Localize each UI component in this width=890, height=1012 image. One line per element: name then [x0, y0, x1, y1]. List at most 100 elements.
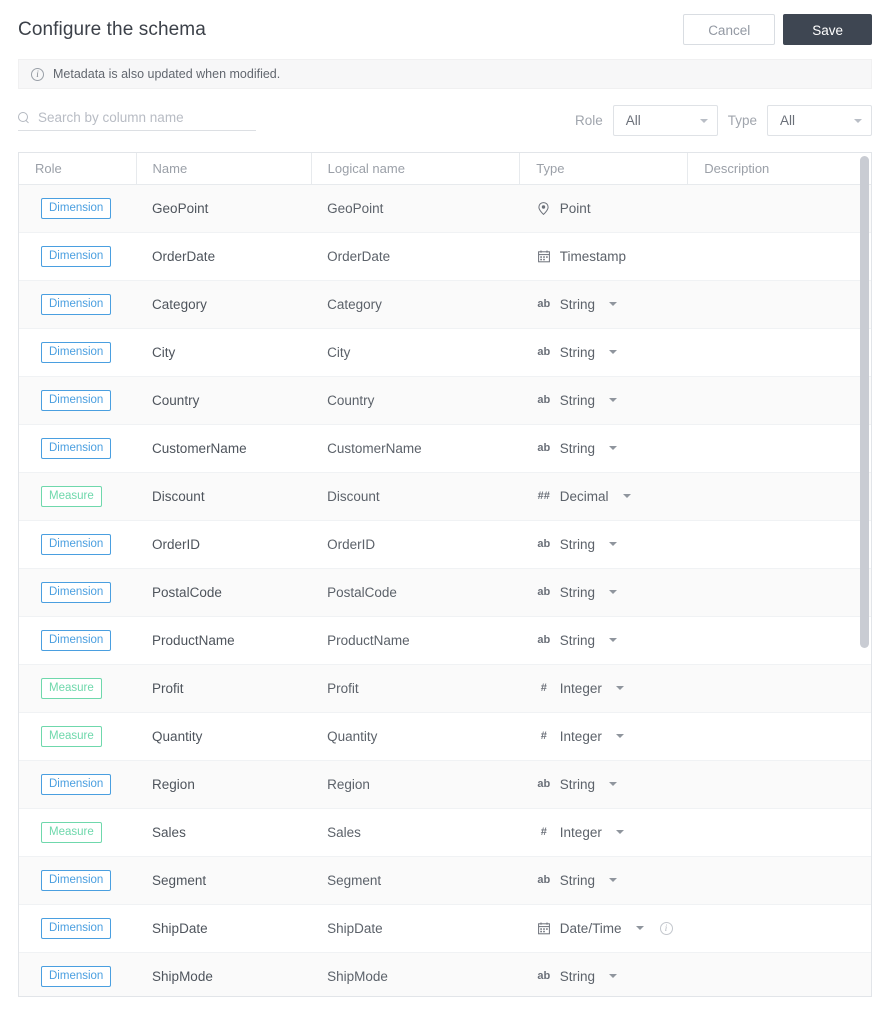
- table-row[interactable]: Measure Sales Sales # Integer: [19, 808, 871, 857]
- table-row[interactable]: Dimension OrderID OrderID ab String: [19, 520, 871, 569]
- role-badge[interactable]: Dimension: [41, 773, 112, 795]
- role-badge[interactable]: Dimension: [41, 581, 112, 603]
- type-dropdown-caret-icon[interactable]: [622, 494, 631, 498]
- search-input[interactable]: [38, 110, 256, 125]
- table-row[interactable]: Measure Discount Discount ## Decimal: [19, 472, 871, 521]
- table-row[interactable]: Dimension GeoPoint GeoPoint Point: [19, 184, 871, 233]
- role-badge[interactable]: Measure: [41, 821, 102, 843]
- type-label: String: [559, 584, 596, 600]
- cell-description[interactable]: [687, 760, 871, 809]
- cell-logical-name[interactable]: Country: [311, 376, 520, 425]
- role-badge[interactable]: Measure: [41, 725, 102, 747]
- role-badge[interactable]: Dimension: [41, 965, 112, 987]
- table-row[interactable]: Dimension ShipDate ShipDate Date/Time i: [19, 904, 871, 953]
- table-row[interactable]: Dimension OrderDate OrderDate Timestamp: [19, 232, 871, 281]
- column-header-type[interactable]: Type: [519, 153, 689, 185]
- role-badge[interactable]: Dimension: [41, 437, 112, 459]
- cell-logical-name[interactable]: Region: [311, 760, 520, 809]
- cell-description[interactable]: [687, 184, 871, 233]
- type-dropdown-caret-icon[interactable]: [615, 830, 624, 834]
- type-dropdown-caret-icon[interactable]: [609, 446, 618, 450]
- role-badge[interactable]: Dimension: [41, 197, 112, 219]
- cell-description[interactable]: [687, 280, 871, 329]
- table-row[interactable]: Dimension ProductName ProductName ab String: [19, 616, 871, 665]
- cell-logical-name[interactable]: ShipMode: [311, 952, 520, 996]
- type-dropdown-caret-icon[interactable]: [609, 878, 618, 882]
- cell-description[interactable]: [687, 616, 871, 665]
- table-row[interactable]: Dimension Region Region ab String: [19, 760, 871, 809]
- cell-description[interactable]: [687, 424, 871, 473]
- type-filter-select[interactable]: All: [767, 105, 872, 136]
- type-info-icon[interactable]: i: [659, 921, 673, 935]
- cell-logical-name[interactable]: City: [311, 328, 520, 377]
- role-badge[interactable]: Dimension: [41, 869, 112, 891]
- info-banner-text: Metadata is also updated when modified.: [53, 67, 281, 81]
- cell-description[interactable]: [687, 568, 871, 617]
- cell-description[interactable]: [687, 328, 871, 377]
- cell-logical-name[interactable]: Category: [311, 280, 520, 329]
- table-row[interactable]: Measure Quantity Quantity # Integer: [19, 712, 871, 761]
- table-scrollbar-thumb[interactable]: [860, 156, 869, 648]
- table-row[interactable]: Dimension Category Category ab String: [19, 280, 871, 329]
- cell-logical-name[interactable]: ShipDate: [311, 904, 520, 953]
- table-row[interactable]: Dimension PostalCode PostalCode ab String: [19, 568, 871, 617]
- table-row[interactable]: Dimension CustomerName CustomerName ab Strin…: [19, 424, 871, 473]
- role-badge[interactable]: Dimension: [41, 629, 112, 651]
- column-header-name[interactable]: Name: [136, 153, 312, 185]
- type-dropdown-caret-icon[interactable]: [609, 350, 618, 354]
- column-header-description[interactable]: Description: [687, 153, 871, 185]
- cell-logical-name[interactable]: OrderID: [311, 520, 520, 569]
- cell-description[interactable]: [687, 664, 871, 713]
- cell-logical-name[interactable]: Quantity: [311, 712, 520, 761]
- role-badge[interactable]: Dimension: [41, 917, 112, 939]
- column-header-role[interactable]: Role: [19, 153, 137, 185]
- type-dropdown-caret-icon[interactable]: [609, 974, 618, 978]
- cell-logical-name[interactable]: Segment: [311, 856, 520, 905]
- column-header-logical-name[interactable]: Logical name: [311, 153, 521, 185]
- type-dropdown-caret-icon[interactable]: [635, 926, 644, 930]
- cell-logical-name[interactable]: Sales: [311, 808, 520, 857]
- cell-logical-name[interactable]: ProductName: [311, 616, 520, 665]
- type-dropdown-caret-icon[interactable]: [609, 398, 618, 402]
- cell-logical-name[interactable]: Profit: [311, 664, 520, 713]
- cell-name: CustomerName: [136, 424, 312, 473]
- cell-description[interactable]: [687, 952, 871, 996]
- role-badge[interactable]: Dimension: [41, 341, 112, 363]
- cell-description[interactable]: [687, 232, 871, 281]
- table-scrollbar-track[interactable]: [860, 154, 869, 995]
- cancel-button[interactable]: Cancel: [683, 14, 776, 45]
- table-row[interactable]: Dimension City City ab String: [19, 328, 871, 377]
- table-row[interactable]: Dimension Segment Segment ab String: [19, 856, 871, 905]
- role-badge[interactable]: Dimension: [41, 245, 112, 267]
- role-badge[interactable]: Dimension: [41, 533, 112, 555]
- type-dropdown-caret-icon[interactable]: [609, 542, 618, 546]
- cell-logical-name[interactable]: OrderDate: [311, 232, 520, 281]
- cell-description[interactable]: [687, 904, 871, 953]
- table-row[interactable]: Dimension ShipMode ShipMode ab String: [19, 952, 871, 996]
- cell-description[interactable]: [687, 520, 871, 569]
- role-badge[interactable]: Measure: [41, 485, 102, 507]
- role-filter-select[interactable]: All: [612, 105, 718, 136]
- type-dropdown-caret-icon[interactable]: [609, 302, 618, 306]
- cell-logical-name[interactable]: CustomerName: [311, 424, 520, 473]
- cell-description[interactable]: [687, 376, 871, 425]
- type-dropdown-caret-icon[interactable]: [609, 782, 618, 786]
- table-row[interactable]: Measure Profit Profit # Integer: [19, 664, 871, 713]
- type-dropdown-caret-icon[interactable]: [615, 686, 624, 690]
- cell-logical-name[interactable]: GeoPoint: [311, 184, 520, 233]
- role-badge[interactable]: Dimension: [41, 389, 112, 411]
- type-dropdown-caret-icon[interactable]: [615, 734, 624, 738]
- search-box[interactable]: [18, 110, 256, 131]
- role-badge[interactable]: Measure: [41, 677, 102, 699]
- role-badge[interactable]: Dimension: [41, 293, 112, 315]
- type-dropdown-caret-icon[interactable]: [609, 638, 618, 642]
- cell-description[interactable]: [687, 712, 871, 761]
- cell-logical-name[interactable]: PostalCode: [311, 568, 520, 617]
- cell-logical-name[interactable]: Discount: [311, 472, 520, 521]
- save-button[interactable]: Save: [783, 14, 872, 45]
- cell-description[interactable]: [687, 856, 871, 905]
- table-row[interactable]: Dimension Country Country ab String: [19, 376, 871, 425]
- type-dropdown-caret-icon[interactable]: [609, 590, 618, 594]
- cell-description[interactable]: [687, 472, 871, 521]
- cell-description[interactable]: [687, 808, 871, 857]
